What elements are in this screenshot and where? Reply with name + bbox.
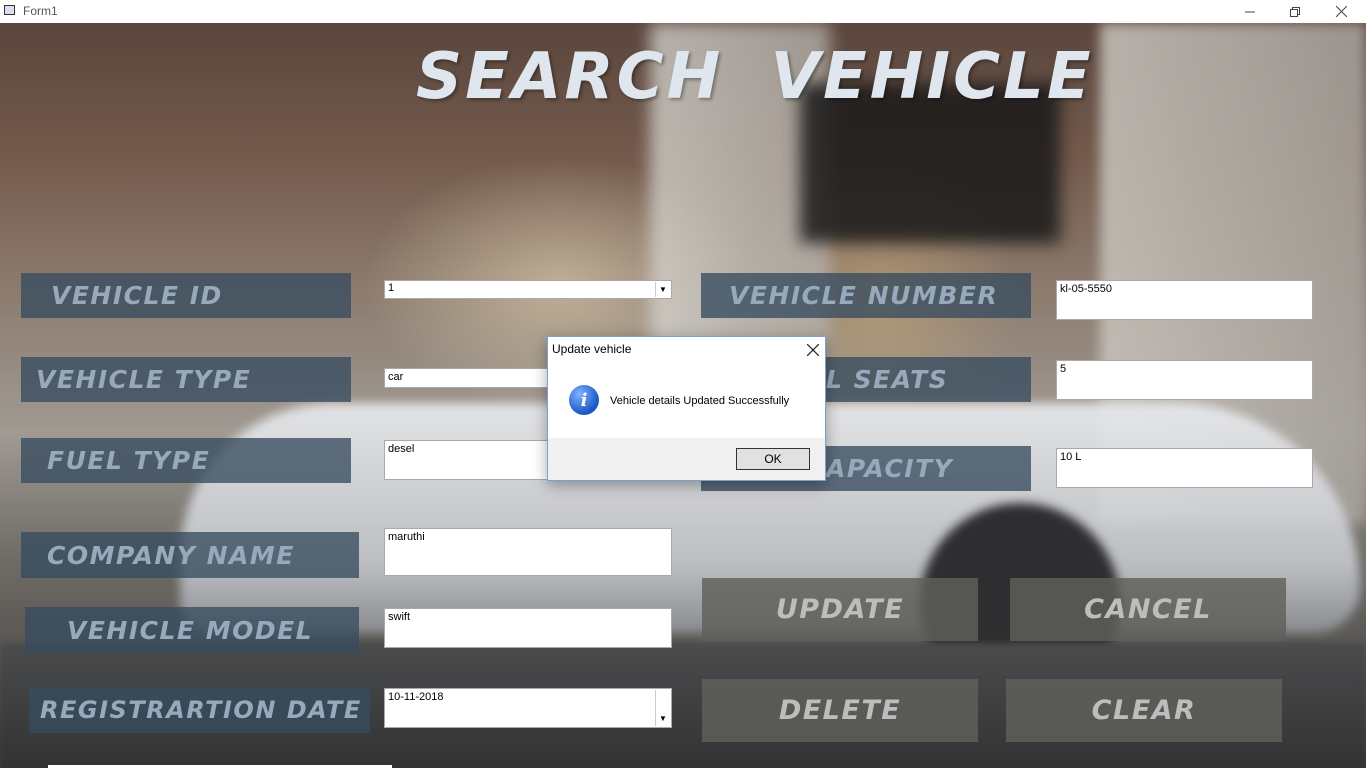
page-title: SEARCH VEHICLE: [416, 40, 1094, 114]
registration-date-label: REGISTRARTION DATE: [29, 687, 370, 733]
cancel-button[interactable]: CANCEL: [1010, 578, 1286, 641]
vehicle-id-value: 1: [388, 282, 395, 294]
update-vehicle-dialog: Update vehicle i Vehicle details Updated…: [547, 336, 826, 481]
company-name-field[interactable]: maruthi: [384, 528, 672, 576]
clear-button[interactable]: CLEAR: [1006, 679, 1282, 742]
update-button[interactable]: UPDATE: [702, 578, 978, 641]
dialog-footer: OK: [548, 438, 825, 480]
total-seats-field[interactable]: 5: [1056, 360, 1313, 400]
vehicle-type-label: VEHICLE TYPE: [21, 357, 351, 402]
close-button[interactable]: [1318, 0, 1364, 23]
minimize-icon: [1245, 11, 1255, 12]
dialog-message: Vehicle details Updated Successfully: [610, 395, 790, 407]
vehicle-model-field[interactable]: swift: [384, 608, 672, 648]
chevron-down-icon[interactable]: ▼: [655, 690, 670, 726]
dialog-title: Update vehicle: [552, 342, 632, 356]
delete-button[interactable]: DELETE: [702, 679, 978, 742]
registration-date-picker[interactable]: 10-11-2018 ▼: [384, 688, 672, 728]
close-icon: [1335, 6, 1347, 17]
restore-button[interactable]: [1272, 0, 1318, 23]
window-titlebar: Form1: [0, 0, 1366, 23]
app-icon: [4, 5, 15, 15]
registration-date-value: 10-11-2018: [388, 691, 444, 703]
vehicle-id-select[interactable]: 1 ▼: [384, 280, 672, 299]
vehicle-id-label: VEHICLE ID: [21, 273, 351, 318]
chevron-down-icon[interactable]: ▼: [655, 282, 670, 297]
ok-button[interactable]: OK: [736, 448, 810, 470]
fuel-type-label: FUEL TYPE: [21, 438, 351, 483]
vehicle-number-label: VEHICLE NUMBER: [701, 273, 1031, 318]
vehicle-model-label: VEHICLE MODEL: [25, 607, 359, 653]
info-icon: i: [569, 385, 599, 415]
dialog-close-button[interactable]: [806, 339, 820, 361]
close-icon: [806, 343, 820, 357]
capacity-field[interactable]: 10 L: [1056, 448, 1313, 488]
company-name-label: COMPANY NAME: [21, 532, 359, 578]
window-title: Form1: [23, 4, 58, 18]
minimize-button[interactable]: [1227, 0, 1273, 23]
restore-icon: [1290, 6, 1300, 17]
vehicle-number-field[interactable]: kl-05-5550: [1056, 280, 1313, 320]
